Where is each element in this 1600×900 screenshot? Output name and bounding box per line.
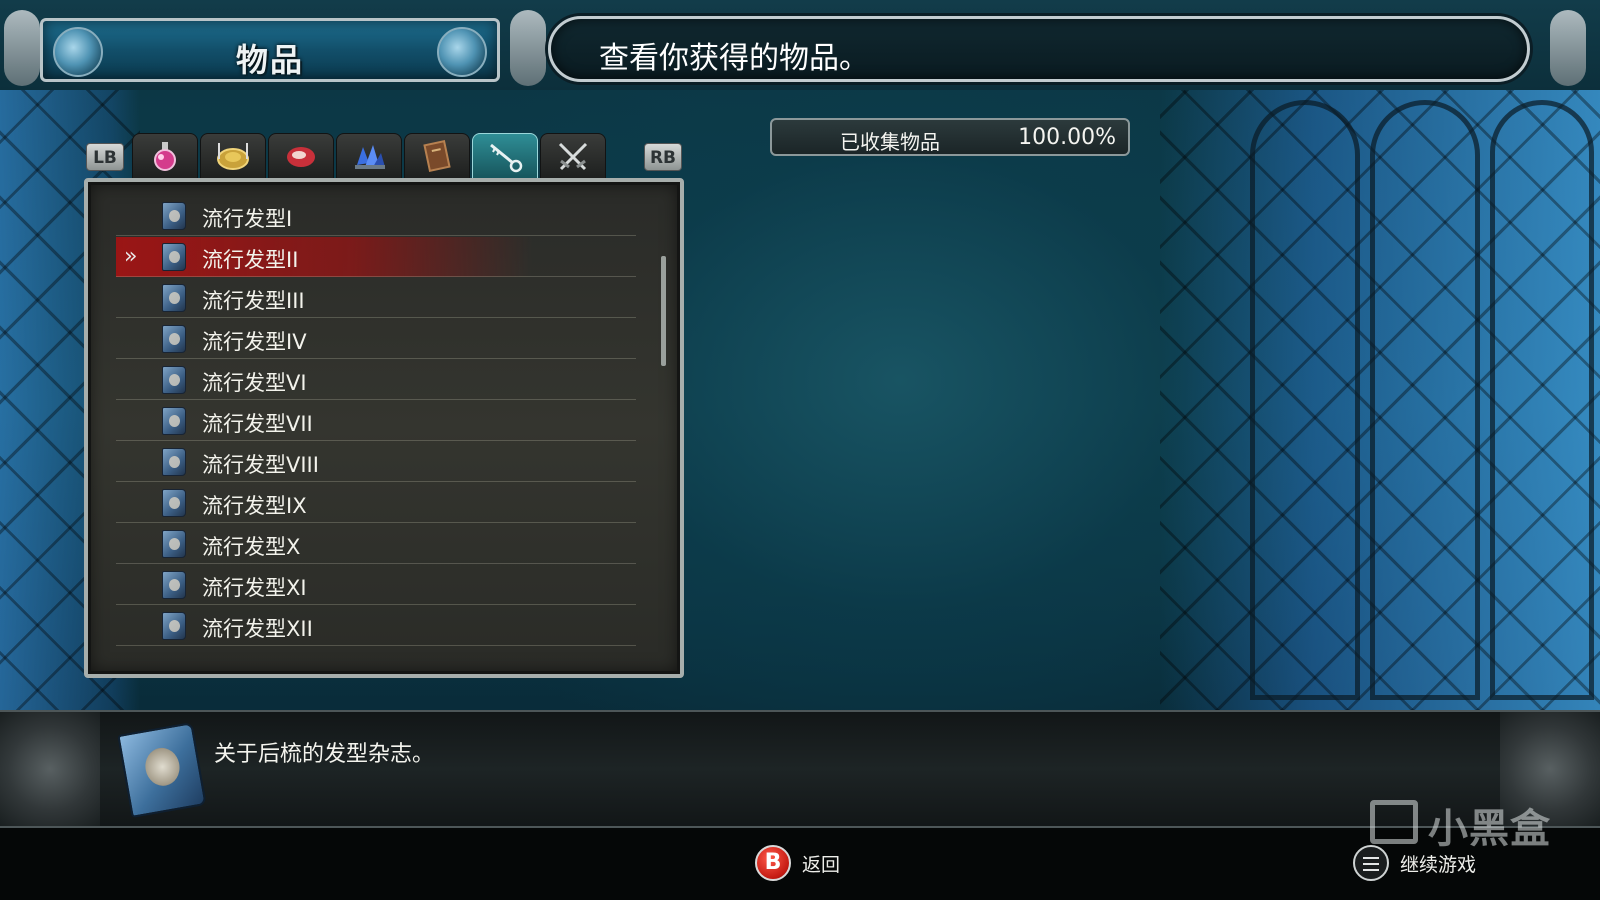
list-item[interactable]: 流行发型VIII bbox=[116, 442, 636, 482]
lb-bumper[interactable]: LB bbox=[86, 143, 124, 171]
crossed-swords-icon bbox=[558, 142, 588, 171]
help-text: 查看你获得的物品。 bbox=[599, 41, 869, 76]
potion-icon bbox=[154, 142, 176, 171]
list-item[interactable]: 流行发型I bbox=[116, 196, 636, 236]
collection-value: 100.00% bbox=[1018, 125, 1116, 150]
tab-potions[interactable] bbox=[132, 133, 198, 179]
selection-cursor-icon: » bbox=[124, 244, 138, 269]
button-prompts: B 返回 继续游戏 bbox=[0, 828, 1600, 900]
continue-game-label[interactable]: 继续游戏 bbox=[1400, 850, 1476, 877]
watermark-logo-icon bbox=[1370, 800, 1418, 844]
watermark-text: 小黑盒 bbox=[1428, 806, 1551, 852]
tab-keys[interactable] bbox=[472, 133, 538, 179]
item-name: 流行发型IV bbox=[202, 330, 307, 354]
list-item[interactable]: 流行发型III bbox=[116, 278, 636, 318]
crystal-ore-icon bbox=[355, 145, 385, 169]
b-button-icon[interactable]: B bbox=[755, 845, 791, 881]
key-icon bbox=[490, 143, 523, 173]
frame-ornament-icon bbox=[4, 10, 40, 86]
rb-bumper[interactable]: RB bbox=[644, 143, 682, 171]
item-name: 流行发型VI bbox=[202, 371, 307, 395]
rose-icon bbox=[437, 27, 487, 77]
item-name: 流行发型VII bbox=[202, 412, 313, 436]
food-plate-icon bbox=[217, 143, 249, 170]
item-name: 流行发型VIII bbox=[202, 453, 319, 477]
hair-magazine-icon bbox=[162, 243, 186, 271]
back-label[interactable]: 返回 bbox=[802, 850, 840, 877]
tab-books[interactable] bbox=[404, 133, 470, 179]
tab-ingredients[interactable] bbox=[268, 133, 334, 179]
collection-progress: 已收集物品 100.00% bbox=[770, 118, 1130, 156]
hair-magazine-icon bbox=[162, 366, 186, 394]
hair-magazine-icon bbox=[162, 325, 186, 353]
frame-ornament-icon bbox=[510, 10, 546, 86]
item-name: 流行发型IX bbox=[202, 494, 307, 518]
item-name: 流行发型II bbox=[202, 248, 299, 272]
item-name: 流行发型XI bbox=[202, 576, 307, 600]
help-text-bar: 查看你获得的物品。 bbox=[548, 16, 1530, 82]
collection-label: 已收集物品 bbox=[840, 130, 940, 154]
item-name: 流行发型I bbox=[202, 207, 293, 231]
list-item[interactable]: 流行发型VI bbox=[116, 360, 636, 400]
hair-magazine-icon bbox=[162, 489, 186, 517]
hair-magazine-icon bbox=[162, 284, 186, 312]
menu-icon[interactable] bbox=[1353, 845, 1389, 881]
description-panel: 关于后梳的发型杂志。 bbox=[0, 710, 1600, 828]
item-name: 流行发型X bbox=[202, 535, 301, 559]
list-item[interactable]: 流行发型XI bbox=[116, 565, 636, 605]
meat-icon bbox=[287, 147, 315, 167]
book-icon bbox=[423, 140, 451, 172]
page-title: 物品 bbox=[235, 41, 304, 79]
hair-magazine-icon bbox=[162, 202, 186, 230]
item-description: 关于后梳的发型杂志。 bbox=[214, 742, 435, 767]
title-plate: 物品 bbox=[40, 18, 500, 82]
hair-magazine-icon bbox=[117, 722, 207, 818]
list-item[interactable]: 流行发型VII bbox=[116, 401, 636, 441]
window-arch bbox=[1490, 100, 1594, 700]
window-arch bbox=[1370, 100, 1480, 700]
list-item[interactable]: 流行发型XII bbox=[116, 606, 636, 646]
tab-food[interactable] bbox=[200, 133, 266, 179]
item-list: 流行发型I » 流行发型II 流行发型III 流行发型IV 流行发型VI 流行发… bbox=[84, 178, 684, 678]
hair-magazine-icon bbox=[162, 612, 186, 640]
tab-materials[interactable] bbox=[336, 133, 402, 179]
list-scrollbar[interactable] bbox=[661, 256, 666, 366]
list-item[interactable]: 流行发型IX bbox=[116, 483, 636, 523]
tab-weapons[interactable] bbox=[540, 133, 606, 179]
item-name: 流行发型III bbox=[202, 289, 305, 313]
window-arch bbox=[1250, 100, 1360, 700]
hair-magazine-icon bbox=[162, 448, 186, 476]
hair-magazine-icon bbox=[162, 571, 186, 599]
list-item-selected[interactable]: » 流行发型II bbox=[116, 237, 636, 277]
item-name: 流行发型XII bbox=[202, 617, 313, 641]
hair-magazine-icon bbox=[162, 530, 186, 558]
category-tabs: LB RB bbox=[86, 133, 686, 179]
frame-ornament-icon bbox=[1550, 10, 1586, 86]
list-item[interactable]: 流行发型X bbox=[116, 524, 636, 564]
scroll-ornament-icon bbox=[0, 712, 100, 826]
list-item[interactable]: 流行发型IV bbox=[116, 319, 636, 359]
hair-magazine-icon bbox=[162, 407, 186, 435]
